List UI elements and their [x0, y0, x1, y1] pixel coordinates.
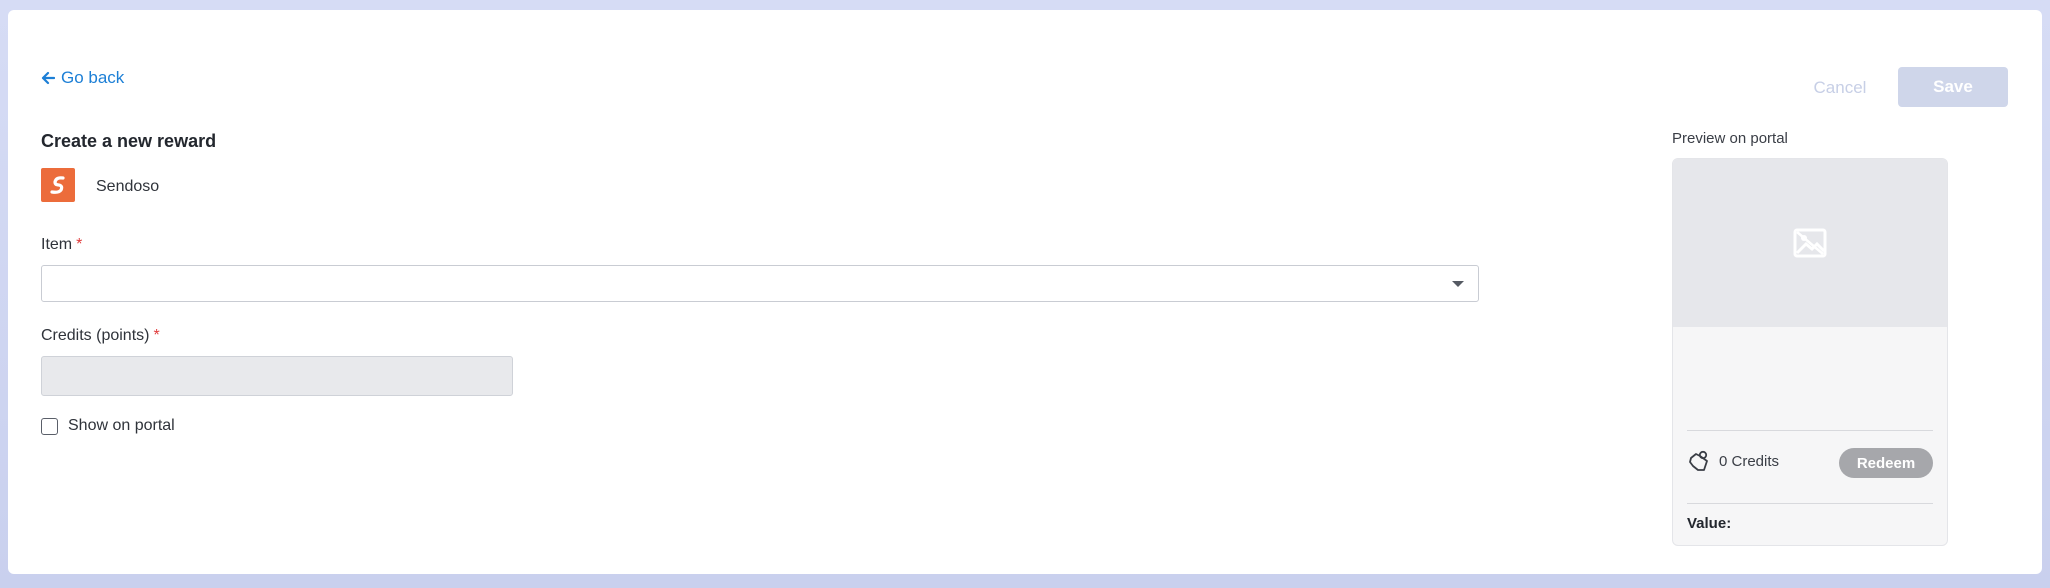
redeem-button[interactable]: Redeem — [1839, 448, 1933, 478]
item-label-text: Item — [41, 236, 73, 253]
vendor-name: Sendoso — [96, 178, 160, 195]
preview-divider — [1687, 430, 1933, 431]
image-placeholder-icon — [1793, 228, 1827, 258]
show-on-portal-option[interactable]: Show on portal — [41, 417, 175, 435]
item-label: Item * — [41, 236, 82, 254]
required-mark: * — [153, 327, 160, 344]
required-mark: * — [76, 236, 83, 253]
save-button[interactable]: Save — [1898, 67, 2008, 107]
credits-label-text: Credits (points) — [41, 327, 150, 344]
credits-label: Credits (points) * — [41, 327, 160, 345]
caret-down-icon — [1452, 281, 1464, 287]
preview-value-label: Value: — [1687, 515, 1732, 532]
preview-card: 0 Credits Redeem Value: — [1672, 158, 1948, 546]
show-on-portal-checkbox[interactable] — [41, 417, 58, 435]
show-on-portal-label: Show on portal — [68, 417, 175, 434]
arrow-left-icon — [41, 71, 55, 85]
go-back-link[interactable]: Go back — [41, 68, 124, 88]
preview-label: Preview on portal — [1672, 130, 1788, 147]
preview-image-area — [1673, 159, 1947, 327]
page-title: Create a new reward — [41, 131, 217, 151]
go-back-label: Go back — [61, 68, 125, 87]
preview-credits-text: 0 Credits — [1719, 452, 1780, 470]
piggy-bank-icon — [1689, 450, 1708, 471]
preview-credits: 0 Credits — [1687, 449, 1779, 473]
preview-divider — [1687, 503, 1933, 504]
item-select[interactable] — [41, 265, 1479, 302]
main-card: Go back Cancel Save Create a new reward … — [8, 10, 2042, 574]
sendoso-logo — [41, 168, 75, 202]
credits-input[interactable] — [41, 356, 513, 396]
cancel-button[interactable]: Cancel — [1792, 68, 1888, 108]
